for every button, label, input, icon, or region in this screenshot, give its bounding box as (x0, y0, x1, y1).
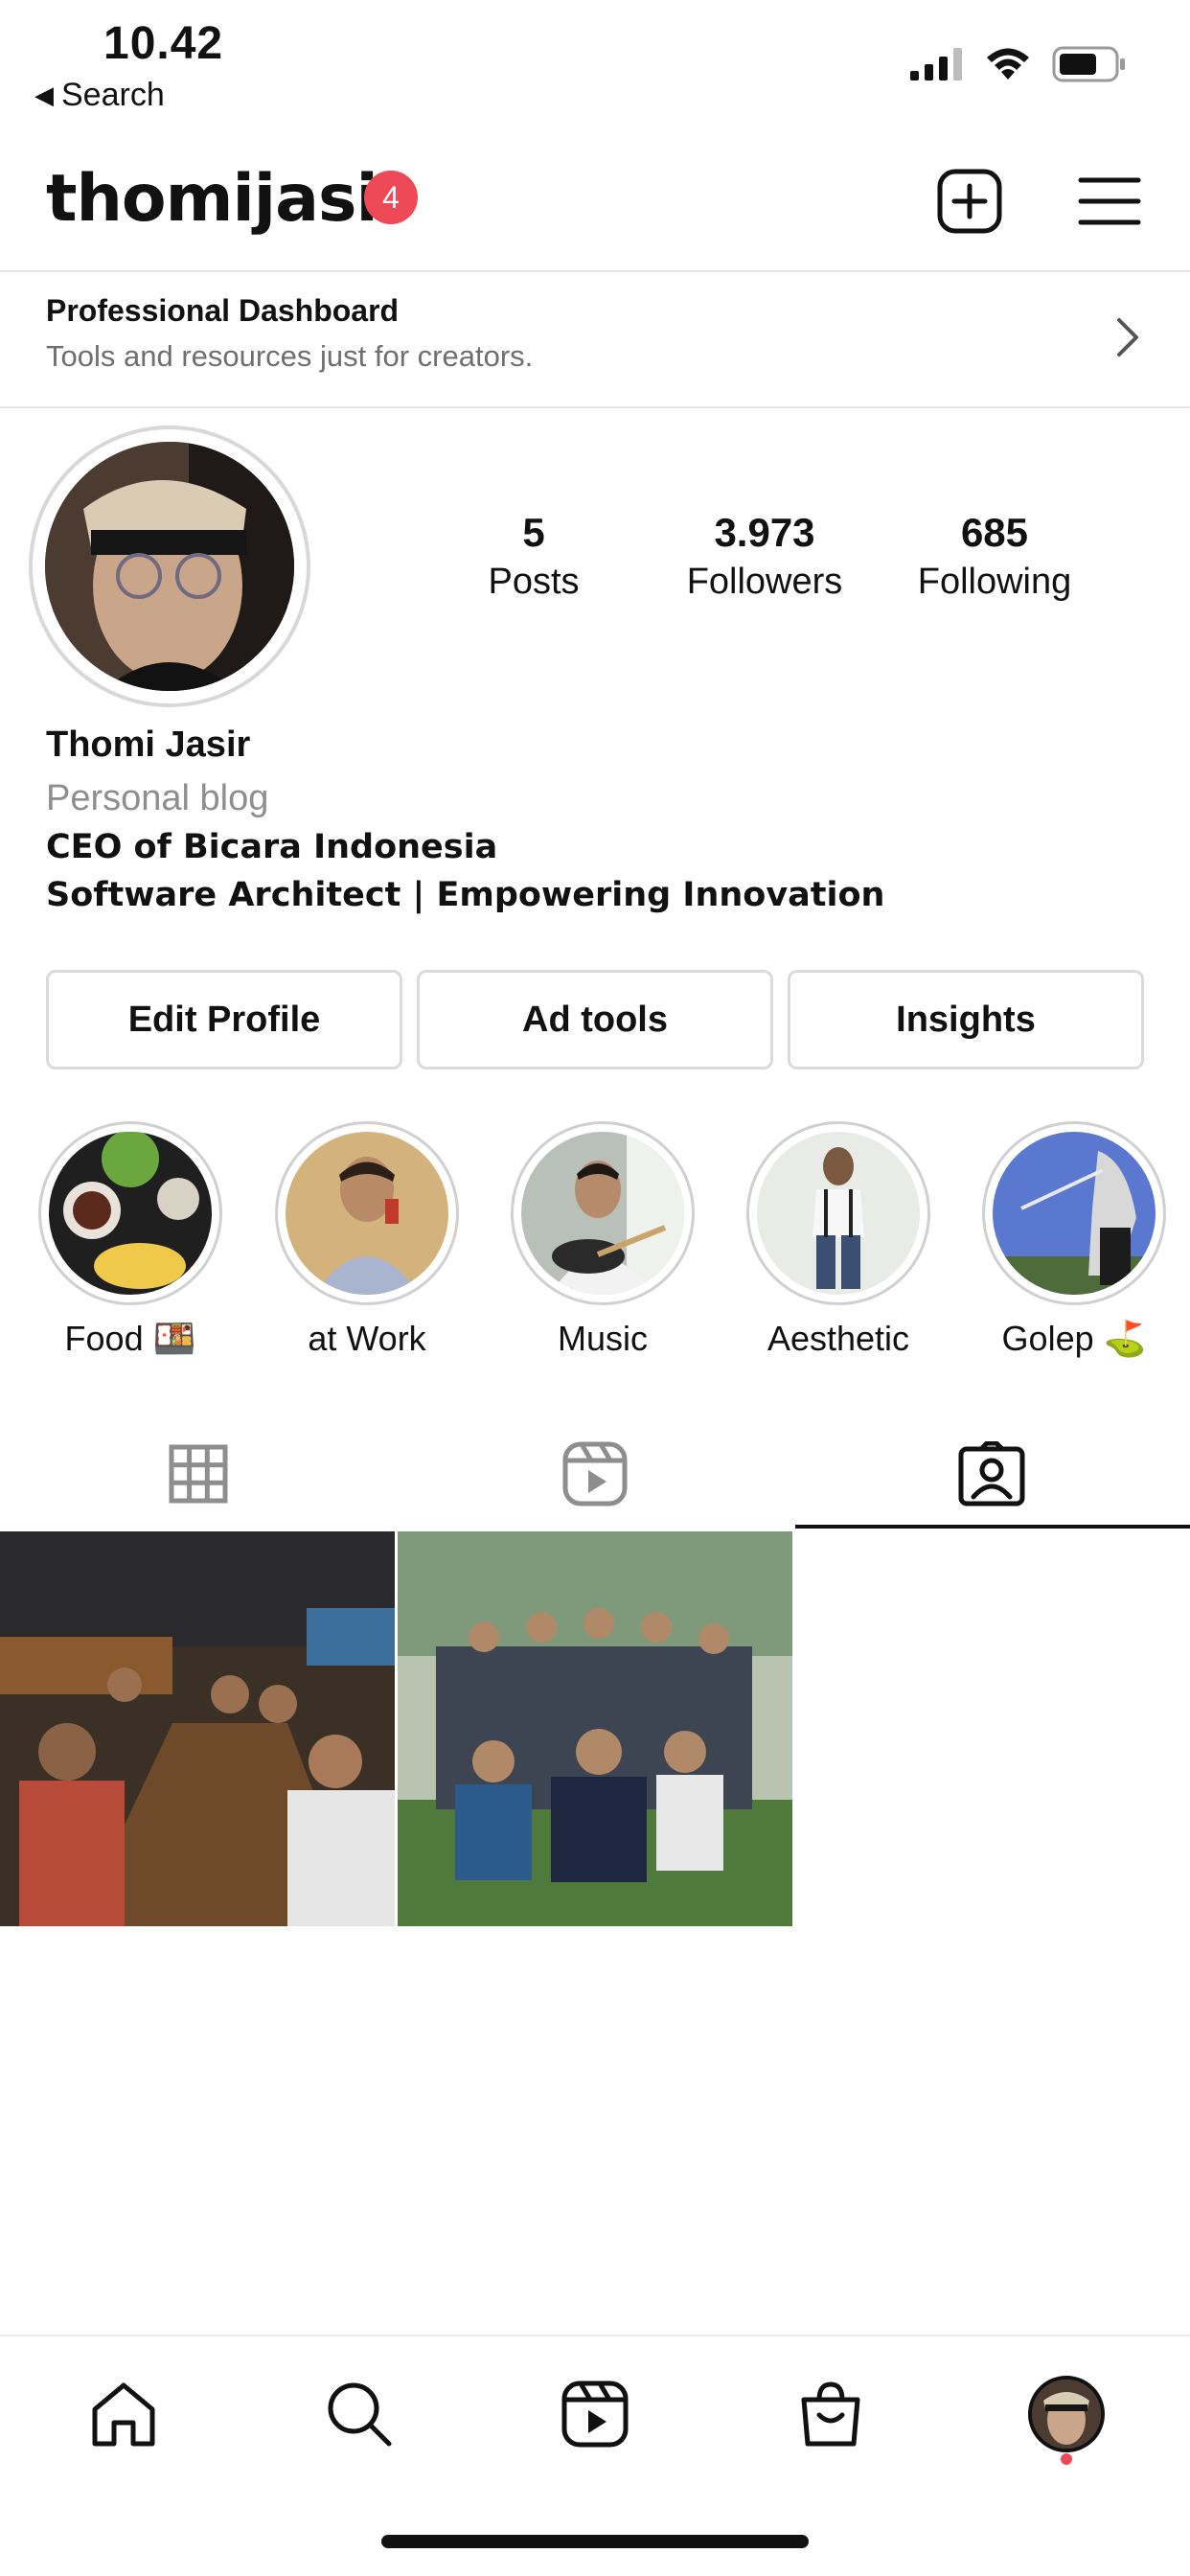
profile-category: Personal blog (46, 778, 269, 818)
profile-notification-dot (1061, 2453, 1072, 2465)
username-title[interactable]: thomijasir (46, 161, 409, 237)
highlight-label: Aesthetic (767, 1319, 910, 1358)
hamburger-menu-icon (1078, 177, 1141, 225)
wifi-icon (987, 48, 1029, 80)
battery-icon (1052, 46, 1125, 82)
home-indicator[interactable] (381, 2535, 809, 2548)
divider-bottom (0, 406, 1190, 408)
reels-icon (561, 2380, 629, 2448)
bottom-navigation (0, 2334, 1190, 2478)
create-new-button[interactable] (931, 163, 1008, 240)
posts-count: 5 (522, 510, 545, 555)
edit-profile-button[interactable]: Edit Profile (46, 970, 402, 1070)
ad-tools-button[interactable]: Ad tools (417, 970, 773, 1070)
dashboard-title: Professional Dashboard (46, 293, 400, 328)
highlight-thumb-food (49, 1132, 212, 1295)
home-icon (92, 2382, 155, 2447)
bio-line-2: Software Architect | Empowering Innovati… (46, 876, 885, 914)
dashboard-subtitle: Tools and resources just for creators. (46, 339, 534, 373)
followers-label: Followers (686, 562, 843, 602)
profile-header: thomijasir 4 (0, 144, 1190, 268)
tab-posts-grid[interactable] (0, 1418, 397, 1530)
highlight-ring (746, 1121, 930, 1305)
post-thumbnail (0, 1531, 395, 1926)
active-tab-indicator (795, 1525, 1190, 1529)
back-label: Search (61, 77, 165, 113)
professional-dashboard-link[interactable]: Professional Dashboard Tools and resourc… (0, 272, 1190, 406)
status-icons (910, 46, 1127, 82)
nav-search[interactable] (316, 2371, 402, 2457)
following-label: Following (917, 562, 1072, 602)
nav-shop[interactable] (788, 2371, 874, 2457)
stat-posts[interactable]: 5 Posts (476, 510, 591, 603)
followers-count: 3.973 (714, 510, 815, 555)
highlight-thumb-music (521, 1132, 684, 1295)
plus-square-icon (937, 169, 1002, 234)
stat-followers[interactable]: 3.973 Followers (671, 510, 858, 603)
status-bar: 10.42 ◀ Search (0, 0, 1190, 125)
post-thumbnail (398, 1531, 792, 1926)
highlight-label: Music (557, 1319, 648, 1358)
chevron-right-icon (1117, 318, 1138, 356)
cellular-signal-icon (910, 48, 962, 80)
stat-following[interactable]: 685 Following (901, 510, 1088, 603)
highlight-ring (275, 1121, 459, 1305)
reels-icon (562, 1441, 628, 1506)
highlight-music[interactable]: Music (507, 1121, 698, 1359)
nav-home[interactable] (80, 2371, 167, 2457)
tagged-icon (958, 1441, 1025, 1506)
highlight-thumb-golep (993, 1132, 1156, 1295)
highlight-ring (38, 1121, 222, 1305)
highlight-aesthetic[interactable]: Aesthetic (743, 1121, 934, 1359)
following-count: 685 (960, 510, 1029, 555)
notification-badge[interactable]: 4 (364, 171, 418, 224)
search-icon (328, 2382, 392, 2447)
tagged-post[interactable] (398, 1531, 792, 1926)
highlight-golep[interactable]: Golep ⛳ (978, 1121, 1170, 1359)
full-name: Thomi Jasir (46, 724, 251, 765)
highlight-food[interactable]: Food 🍱 (34, 1121, 226, 1359)
nav-profile[interactable] (1023, 2371, 1110, 2457)
shopping-bag-icon (801, 2381, 860, 2447)
nav-avatar (1028, 2376, 1105, 2452)
tab-reels[interactable] (397, 1418, 793, 1530)
highlight-at-work[interactable]: at Work (271, 1121, 463, 1359)
profile-avatar[interactable] (29, 426, 310, 707)
nav-reels[interactable] (552, 2371, 638, 2457)
avatar-photo (45, 442, 294, 691)
insights-button[interactable]: Insights (788, 970, 1144, 1070)
highlight-label: Golep ⛳ (1001, 1319, 1147, 1358)
tab-tagged[interactable] (793, 1418, 1190, 1530)
posts-label: Posts (488, 562, 580, 602)
grid-icon (169, 1444, 228, 1504)
tagged-post[interactable] (0, 1531, 395, 1926)
highlight-ring (982, 1121, 1166, 1305)
highlight-thumb-aesthetic (757, 1132, 920, 1295)
menu-button[interactable] (1071, 163, 1148, 240)
highlight-label: Food 🍱 (64, 1319, 196, 1358)
highlight-thumb-work (286, 1132, 448, 1295)
back-to-search[interactable]: ◀ Search (34, 77, 165, 114)
back-triangle-icon: ◀ (34, 80, 54, 109)
highlight-label: at Work (308, 1319, 426, 1358)
highlight-ring (511, 1121, 695, 1305)
clock-time: 10.42 (103, 18, 224, 69)
bio-line-1: CEO of Bicara Indonesia (46, 828, 498, 866)
